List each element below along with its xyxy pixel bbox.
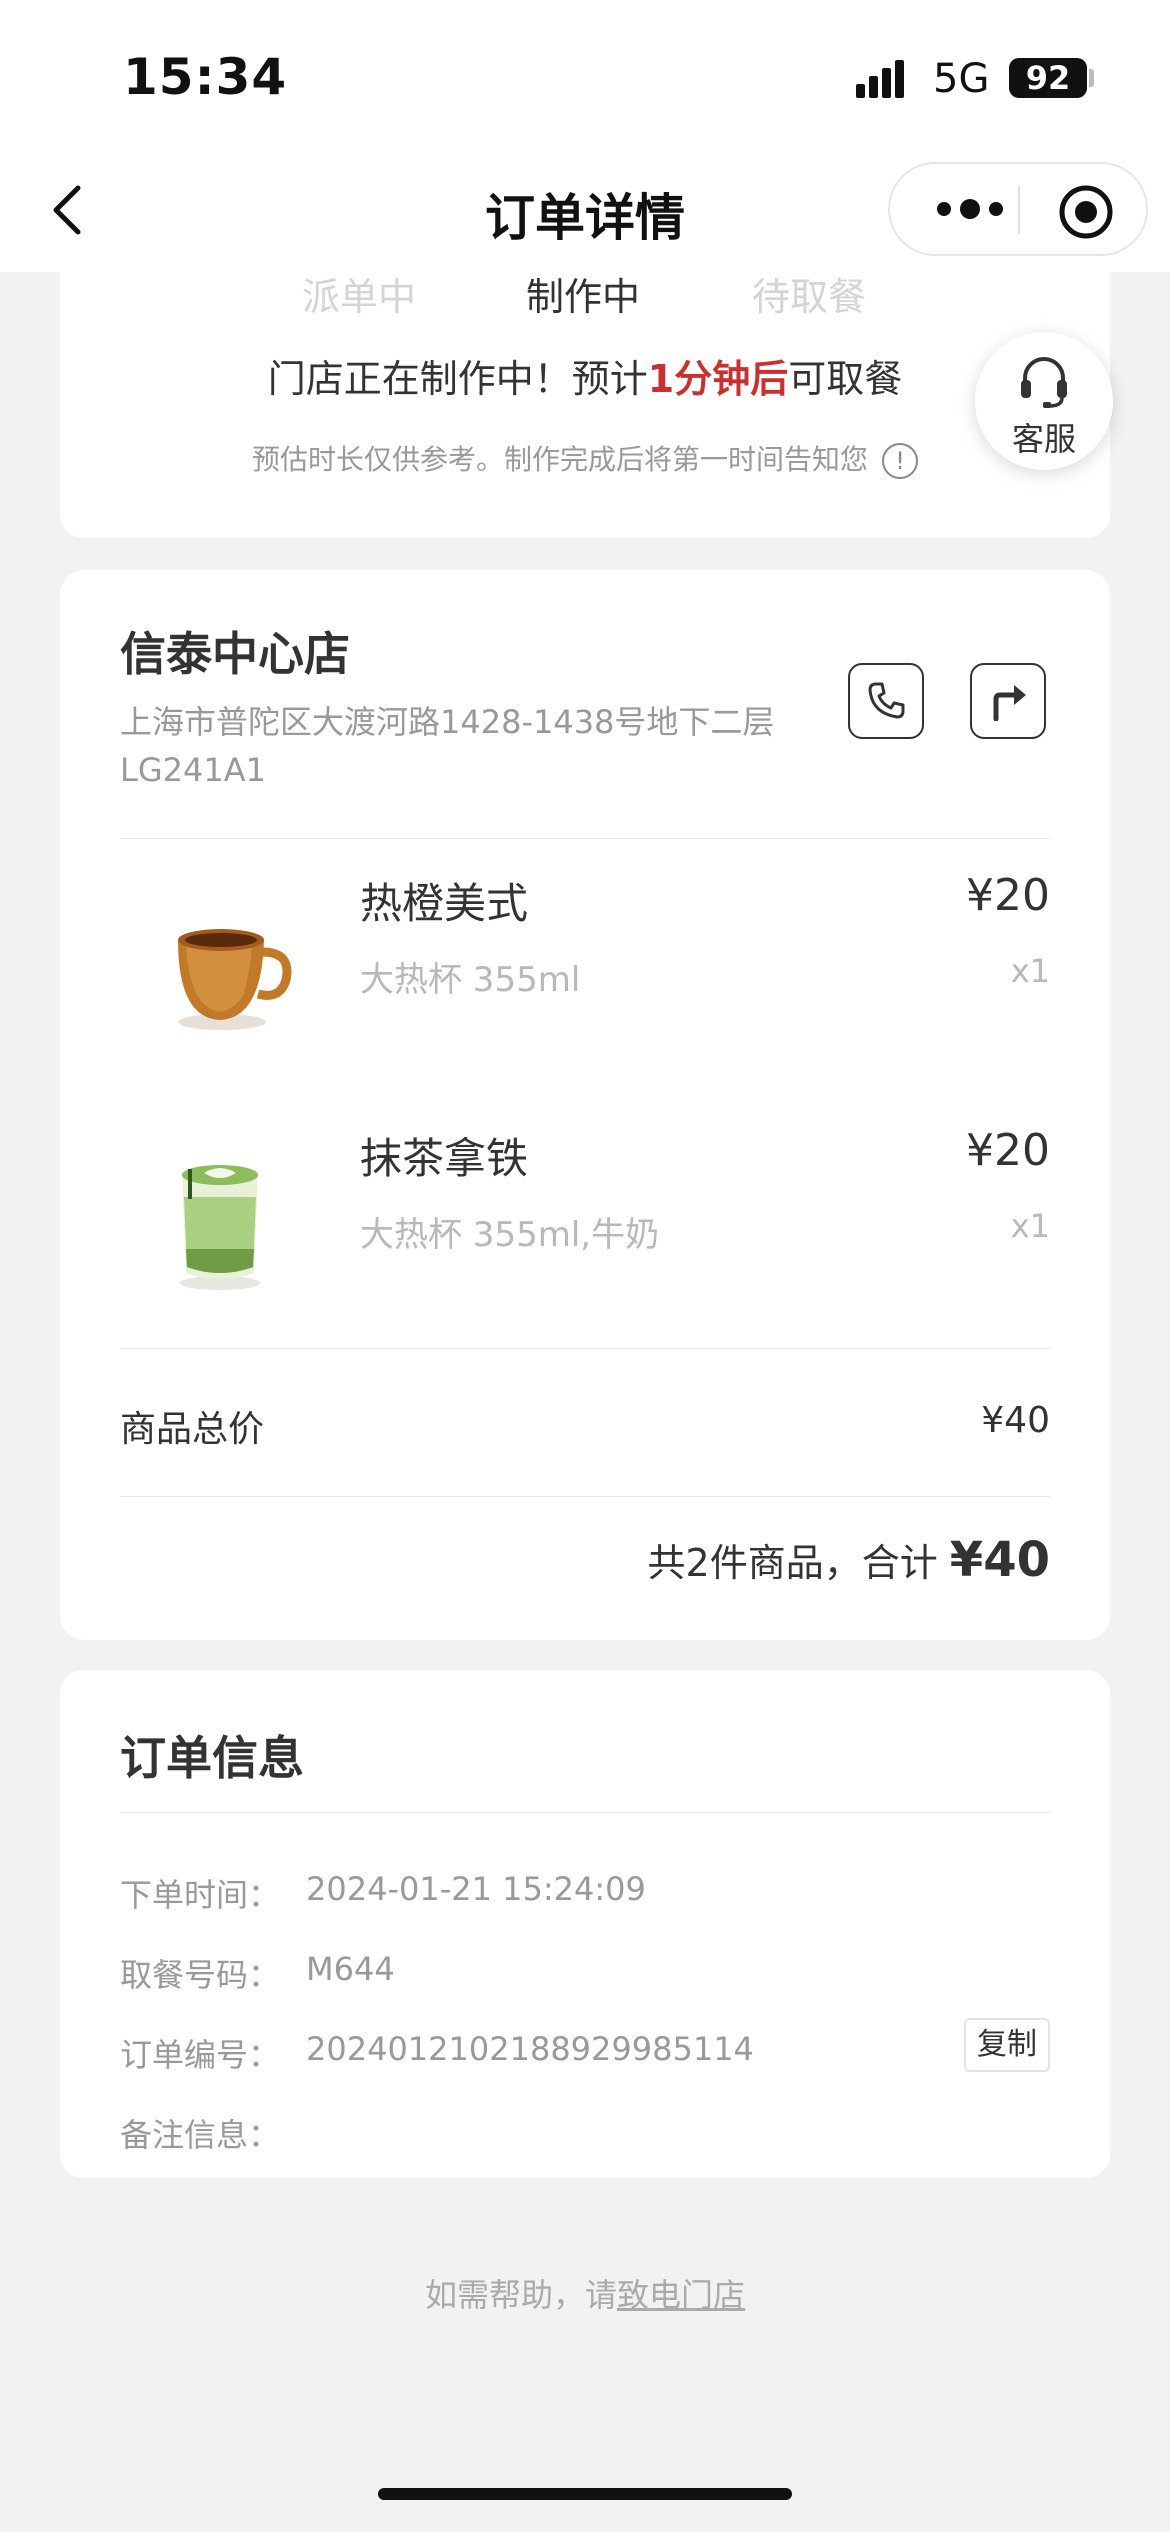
- store-order-card: 信泰中心店 上海市普陀区大渡河路1428-1438号地下二层LG241A1 热橙…: [60, 570, 1110, 1640]
- eta-highlight: 1分钟后: [647, 357, 789, 401]
- status-time: 15:34: [123, 48, 288, 106]
- item-name: 热橙美式: [360, 879, 529, 928]
- info-label: 备注信息：: [120, 2116, 281, 2154]
- customer-service-button[interactable]: 客服: [975, 332, 1113, 470]
- step-preparing: 制作中: [526, 275, 641, 319]
- close-mini-program-icon[interactable]: [1058, 184, 1114, 240]
- info-label: 取餐号码：: [120, 1956, 281, 1994]
- progress-steps: 派单中 制作中 待取餐: [60, 272, 1110, 332]
- call-store-link[interactable]: 致电门店: [617, 2276, 745, 2314]
- divider: [120, 1812, 1050, 1813]
- order-progress-card: 派单中 制作中 待取餐 门店正在制作中！预计1分钟后可取餐 预估时长仅供参考。制…: [60, 272, 1110, 538]
- order-item: 热橙美式 大热杯 355ml ¥20 x1: [120, 870, 1050, 1080]
- headset-icon: [1021, 357, 1067, 408]
- item-price: ¥20: [966, 870, 1050, 921]
- nav-bar: 订单详情: [0, 150, 1170, 272]
- mini-program-capsule: [888, 162, 1148, 256]
- directions-icon: [993, 685, 1026, 721]
- total-amount: ¥40: [949, 1532, 1050, 1588]
- subtotal-label: 商品总价: [120, 1409, 265, 1450]
- pickup-number-value: M644: [306, 1950, 395, 1988]
- divider: [120, 838, 1050, 839]
- item-quantity: x1: [1010, 952, 1050, 990]
- step-dispatching: 派单中: [302, 275, 417, 319]
- copy-button[interactable]: 复制: [964, 2018, 1050, 2072]
- network-type: 5G: [933, 56, 990, 102]
- info-icon[interactable]: !: [882, 443, 918, 479]
- divider: [120, 1348, 1050, 1349]
- home-indicator: [378, 2488, 792, 2500]
- item-name: 抹茶拿铁: [360, 1134, 529, 1183]
- order-info-card: 订单信息 下单时间： 2024-01-21 15:24:09 取餐号码： M64…: [60, 1670, 1110, 2178]
- store-address: 上海市普陀区大渡河路1428-1438号地下二层LG241A1: [120, 703, 775, 789]
- capsule-divider: [1018, 186, 1020, 234]
- customer-service-label: 客服: [1011, 420, 1076, 458]
- orange-americano-image: [178, 929, 292, 1030]
- more-icon[interactable]: [930, 186, 1010, 232]
- phone-icon: [868, 682, 905, 719]
- status-bar: 15:34 5G 92: [0, 0, 1170, 150]
- battery-icon: 92: [1009, 58, 1087, 98]
- progress-message: 门店正在制作中！预计1分钟后可取餐: [267, 357, 903, 401]
- item-spec: 大热杯 355ml,牛奶: [360, 1215, 660, 1255]
- battery-tip: [1089, 69, 1094, 87]
- matcha-latte-image: [180, 1165, 260, 1290]
- item-spec: 大热杯 355ml: [360, 960, 581, 1000]
- divider: [120, 1496, 1050, 1497]
- order-total: 共2件商品，合计 ¥40: [647, 1532, 1050, 1588]
- order-item: 抹茶拿铁 大热杯 355ml,牛奶 ¥20 x1: [120, 1125, 1050, 1335]
- info-label: 订单编号：: [120, 2036, 281, 2074]
- progress-note: 预估时长仅供参考。制作完成后将第一时间告知您!: [60, 438, 1110, 479]
- call-store-button[interactable]: [848, 663, 924, 739]
- store-name: 信泰中心店: [120, 627, 350, 681]
- order-info-title: 订单信息: [120, 1731, 304, 1785]
- subtotal-value: ¥40: [981, 1400, 1050, 1441]
- order-time-value: 2024-01-21 15:24:09: [306, 1870, 646, 1908]
- navigate-button[interactable]: [970, 663, 1046, 739]
- item-price: ¥20: [966, 1125, 1050, 1176]
- order-number-value: 2024012102188929985114: [306, 2030, 754, 2068]
- help-footer: 如需帮助，请致电门店: [424, 2276, 746, 2314]
- item-quantity: x1: [1010, 1207, 1050, 1245]
- info-label: 下单时间：: [120, 1876, 281, 1914]
- step-ready-for-pickup: 待取餐: [752, 275, 867, 319]
- signal-icon: [856, 60, 904, 98]
